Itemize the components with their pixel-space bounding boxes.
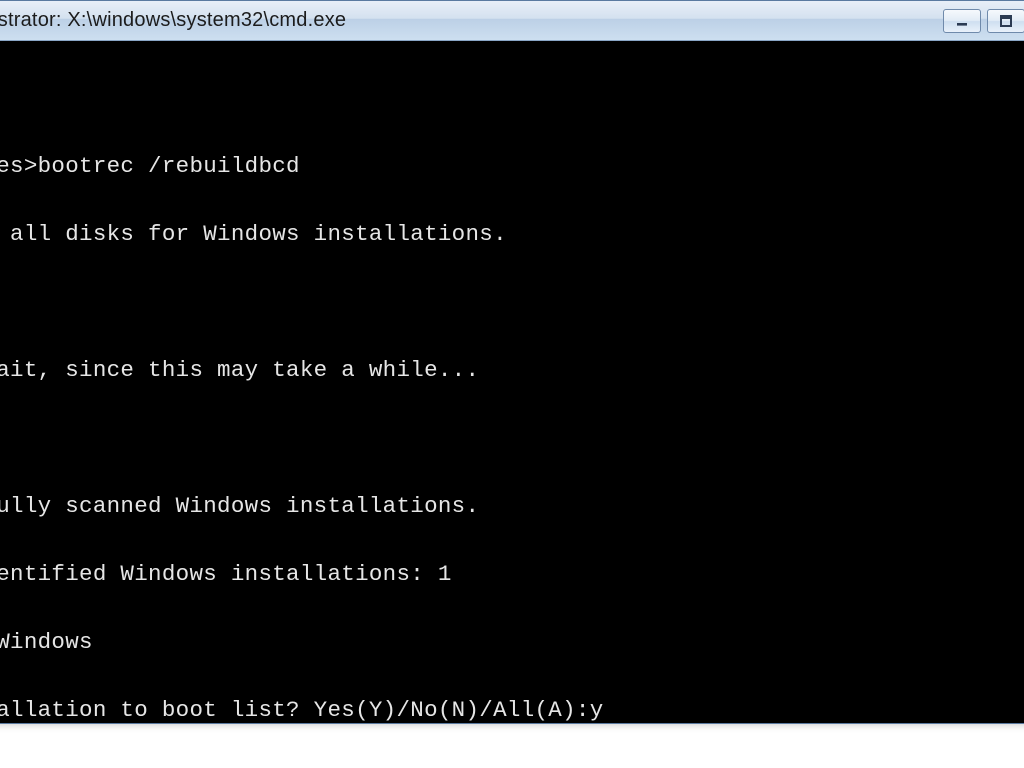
terminal-line: ning all disks for Windows installations… [0,217,1024,251]
terminal-line [0,285,1024,319]
window-title: dministrator: X:\windows\system32\cmd.ex… [0,9,346,32]
maximize-button[interactable] [987,9,1024,33]
titlebar[interactable]: dministrator: X:\windows\system32\cmd.ex… [0,1,1024,41]
terminal-line: installation to boot list? Yes(Y)/No(N)/… [0,693,1024,723]
terminal-output[interactable]: ources>bootrec /rebuildbcd ning all disk… [0,41,1024,723]
window-controls [943,9,1024,33]
minimize-button[interactable] [943,9,981,33]
terminal-line: ources>bootrec /rebuildbcd [0,149,1024,183]
terminal-line: essfully scanned Windows installations. [0,489,1024,523]
terminal-line: C:\Windows [0,625,1024,659]
cmd-window: dministrator: X:\windows\system32\cmd.ex… [0,0,1024,724]
terminal-line [0,421,1024,455]
terminal-line [0,81,1024,115]
maximize-icon [999,14,1013,28]
terminal-line: se wait, since this may take a while... [0,353,1024,387]
minimize-icon [955,14,969,28]
terminal-line: l identified Windows installations: 1 [0,557,1024,591]
